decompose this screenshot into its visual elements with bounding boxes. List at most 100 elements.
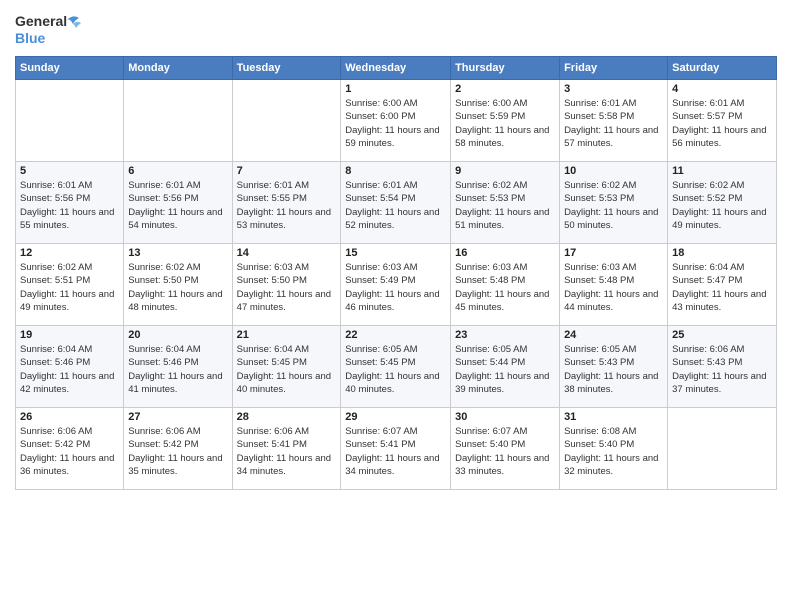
calendar-cell: 30Sunrise: 6:07 AM Sunset: 5:40 PM Dayli… xyxy=(451,408,560,490)
calendar-cell: 27 Sunrise: 6:06 AM Sunset: 5:42 PM Dayli… xyxy=(124,408,232,490)
day-of-week-wednesday: Wednesday xyxy=(341,57,451,80)
calendar-cell: 29Sunrise: 6:07 AM Sunset: 5:41 PM Dayli… xyxy=(341,408,451,490)
calendar-cell: 12 Sunrise: 6:02 AM Sunset: 5:51 PM Dayli… xyxy=(16,244,124,326)
calendar-cell: 19 Sunrise: 6:04 AM Sunset: 5:46 PM Dayli… xyxy=(16,326,124,408)
week-row-4: 26 Sunrise: 6:06 AM Sunset: 5:42 PM Dayli… xyxy=(16,408,777,490)
calendar-cell: 6Sunrise: 6:01 AM Sunset: 5:56 PM Daylig… xyxy=(124,162,232,244)
day-of-week-thursday: Thursday xyxy=(451,57,560,80)
day-info: Sunrise: 6:02 AM Sunset: 5:50 PM Dayligh… xyxy=(128,261,227,314)
day-of-week-saturday: Saturday xyxy=(668,57,777,80)
day-info: Sunrise: 6:02 AM Sunset: 5:53 PM Dayligh… xyxy=(564,179,663,232)
day-info: Sunrise: 6:00 AM Sunset: 6:00 PM Dayligh… xyxy=(345,97,446,150)
day-info: Sunrise: 6:04 AM Sunset: 5:46 PM Dayligh… xyxy=(128,343,227,396)
day-info: Sunrise: 6:05 AM Sunset: 5:43 PM Dayligh… xyxy=(564,343,663,396)
calendar-cell xyxy=(232,80,341,162)
day-number: 9 xyxy=(455,165,555,177)
calendar-cell: 7 Sunrise: 6:01 AM Sunset: 5:55 PM Daylig… xyxy=(232,162,341,244)
calendar-cell xyxy=(668,408,777,490)
calendar-cell: 11Sunrise: 6:02 AM Sunset: 5:52 PM Dayli… xyxy=(668,162,777,244)
week-row-1: 5Sunrise: 6:01 AM Sunset: 5:56 PM Daylig… xyxy=(16,162,777,244)
day-number: 28 xyxy=(237,411,337,423)
day-number: 4 xyxy=(672,83,772,95)
day-info: Sunrise: 6:07 AM Sunset: 5:40 PM Dayligh… xyxy=(455,425,555,478)
day-number: 22 xyxy=(345,329,446,341)
calendar-cell: 3 Sunrise: 6:01 AM Sunset: 5:58 PM Daylig… xyxy=(560,80,668,162)
svg-text:Blue: Blue xyxy=(15,30,46,46)
logo-svg: GeneralBlue xyxy=(15,10,85,48)
day-info: Sunrise: 6:05 AM Sunset: 5:45 PM Dayligh… xyxy=(345,343,446,396)
day-info: Sunrise: 6:03 AM Sunset: 5:48 PM Dayligh… xyxy=(455,261,555,314)
calendar-cell: 14 Sunrise: 6:03 AM Sunset: 5:50 PM Dayli… xyxy=(232,244,341,326)
day-info: Sunrise: 6:01 AM Sunset: 5:56 PM Dayligh… xyxy=(128,179,227,232)
day-of-week-monday: Monday xyxy=(124,57,232,80)
week-row-0: 1Sunrise: 6:00 AM Sunset: 6:00 PM Daylig… xyxy=(16,80,777,162)
calendar-cell: 13 Sunrise: 6:02 AM Sunset: 5:50 PM Dayli… xyxy=(124,244,232,326)
day-number: 3 xyxy=(564,83,663,95)
page: GeneralBlue SundayMondayTuesdayWednesday… xyxy=(0,0,792,612)
svg-text:General: General xyxy=(15,13,67,29)
header: GeneralBlue xyxy=(15,10,777,48)
day-info: Sunrise: 6:02 AM Sunset: 5:51 PM Dayligh… xyxy=(20,261,119,314)
day-info: Sunrise: 6:07 AM Sunset: 5:41 PM Dayligh… xyxy=(345,425,446,478)
calendar-cell: 20 Sunrise: 6:04 AM Sunset: 5:46 PM Dayli… xyxy=(124,326,232,408)
header-row: SundayMondayTuesdayWednesdayThursdayFrid… xyxy=(16,57,777,80)
calendar-cell: 10 Sunrise: 6:02 AM Sunset: 5:53 PM Dayli… xyxy=(560,162,668,244)
day-of-week-tuesday: Tuesday xyxy=(232,57,341,80)
day-number: 20 xyxy=(128,329,227,341)
day-info: Sunrise: 6:06 AM Sunset: 5:42 PM Dayligh… xyxy=(128,425,227,478)
day-number: 24 xyxy=(564,329,663,341)
day-number: 26 xyxy=(20,411,119,423)
day-number: 25 xyxy=(672,329,772,341)
calendar-cell: 31 Sunrise: 6:08 AM Sunset: 5:40 PM Dayli… xyxy=(560,408,668,490)
calendar-cell xyxy=(124,80,232,162)
day-info: Sunrise: 6:01 AM Sunset: 5:55 PM Dayligh… xyxy=(237,179,337,232)
day-info: Sunrise: 6:01 AM Sunset: 5:57 PM Dayligh… xyxy=(672,97,772,150)
day-info: Sunrise: 6:04 AM Sunset: 5:45 PM Dayligh… xyxy=(237,343,337,396)
day-number: 23 xyxy=(455,329,555,341)
calendar-cell: 8Sunrise: 6:01 AM Sunset: 5:54 PM Daylig… xyxy=(341,162,451,244)
day-info: Sunrise: 6:03 AM Sunset: 5:50 PM Dayligh… xyxy=(237,261,337,314)
day-number: 21 xyxy=(237,329,337,341)
day-info: Sunrise: 6:01 AM Sunset: 5:58 PM Dayligh… xyxy=(564,97,663,150)
day-info: Sunrise: 6:04 AM Sunset: 5:46 PM Dayligh… xyxy=(20,343,119,396)
day-info: Sunrise: 6:02 AM Sunset: 5:53 PM Dayligh… xyxy=(455,179,555,232)
day-number: 31 xyxy=(564,411,663,423)
day-info: Sunrise: 6:08 AM Sunset: 5:40 PM Dayligh… xyxy=(564,425,663,478)
calendar-cell: 2Sunrise: 6:00 AM Sunset: 5:59 PM Daylig… xyxy=(451,80,560,162)
day-number: 27 xyxy=(128,411,227,423)
day-info: Sunrise: 6:03 AM Sunset: 5:48 PM Dayligh… xyxy=(564,261,663,314)
logo: GeneralBlue xyxy=(15,10,85,48)
day-number: 7 xyxy=(237,165,337,177)
calendar-cell: 17 Sunrise: 6:03 AM Sunset: 5:48 PM Dayli… xyxy=(560,244,668,326)
calendar-cell: 25 Sunrise: 6:06 AM Sunset: 5:43 PM Dayli… xyxy=(668,326,777,408)
day-of-week-sunday: Sunday xyxy=(16,57,124,80)
day-info: Sunrise: 6:00 AM Sunset: 5:59 PM Dayligh… xyxy=(455,97,555,150)
calendar-cell: 15 Sunrise: 6:03 AM Sunset: 5:49 PM Dayli… xyxy=(341,244,451,326)
day-number: 16 xyxy=(455,247,555,259)
day-of-week-friday: Friday xyxy=(560,57,668,80)
day-number: 19 xyxy=(20,329,119,341)
calendar: SundayMondayTuesdayWednesdayThursdayFrid… xyxy=(15,56,777,490)
day-info: Sunrise: 6:02 AM Sunset: 5:52 PM Dayligh… xyxy=(672,179,772,232)
day-info: Sunrise: 6:03 AM Sunset: 5:49 PM Dayligh… xyxy=(345,261,446,314)
calendar-cell: 1Sunrise: 6:00 AM Sunset: 6:00 PM Daylig… xyxy=(341,80,451,162)
day-number: 10 xyxy=(564,165,663,177)
calendar-cell: 16 Sunrise: 6:03 AM Sunset: 5:48 PM Dayli… xyxy=(451,244,560,326)
day-number: 14 xyxy=(237,247,337,259)
day-info: Sunrise: 6:05 AM Sunset: 5:44 PM Dayligh… xyxy=(455,343,555,396)
calendar-cell: 23 Sunrise: 6:05 AM Sunset: 5:44 PM Dayli… xyxy=(451,326,560,408)
calendar-cell: 9 Sunrise: 6:02 AM Sunset: 5:53 PM Daylig… xyxy=(451,162,560,244)
calendar-cell: 26Sunrise: 6:06 AM Sunset: 5:42 PM Dayli… xyxy=(16,408,124,490)
day-number: 15 xyxy=(345,247,446,259)
calendar-cell: 4 Sunrise: 6:01 AM Sunset: 5:57 PM Daylig… xyxy=(668,80,777,162)
week-row-2: 12 Sunrise: 6:02 AM Sunset: 5:51 PM Dayli… xyxy=(16,244,777,326)
day-number: 8 xyxy=(345,165,446,177)
day-number: 13 xyxy=(128,247,227,259)
day-info: Sunrise: 6:06 AM Sunset: 5:43 PM Dayligh… xyxy=(672,343,772,396)
calendar-cell: 18Sunrise: 6:04 AM Sunset: 5:47 PM Dayli… xyxy=(668,244,777,326)
day-info: Sunrise: 6:06 AM Sunset: 5:41 PM Dayligh… xyxy=(237,425,337,478)
day-number: 12 xyxy=(20,247,119,259)
week-row-3: 19 Sunrise: 6:04 AM Sunset: 5:46 PM Dayli… xyxy=(16,326,777,408)
day-number: 17 xyxy=(564,247,663,259)
day-info: Sunrise: 6:01 AM Sunset: 5:56 PM Dayligh… xyxy=(20,179,119,232)
